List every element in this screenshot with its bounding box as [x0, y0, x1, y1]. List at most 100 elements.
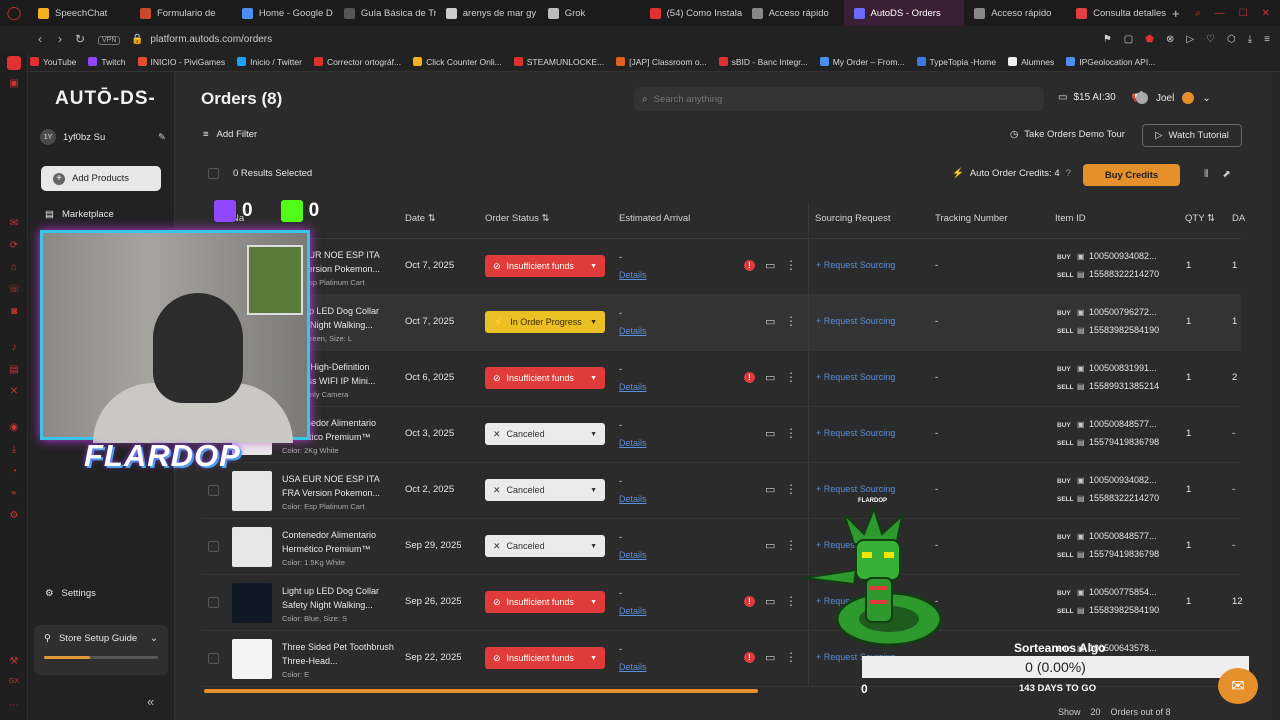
new-tab-button[interactable]: + [1172, 6, 1180, 21]
info-icon[interactable]: ? [1066, 168, 1071, 179]
history-icon[interactable]: ⟳ [8, 240, 20, 252]
row-checkbox[interactable] [208, 485, 219, 496]
column-header-date[interactable]: Date ⇅ [405, 213, 436, 224]
url-field[interactable]: VPN 🔒 platform.autods.com/orders [98, 34, 272, 45]
more-options-icon[interactable]: ⋮ [785, 538, 797, 552]
browser-tab[interactable]: Guía Básica de Tr [334, 0, 436, 26]
order-status-dropdown[interactable]: ⚡ In Order Progress ▼ [485, 311, 605, 333]
more-options-icon[interactable]: ⋮ [785, 370, 797, 384]
balance-display[interactable]: ▭ $15 AI:30 📢 [1058, 92, 1144, 103]
product-thumbnail[interactable] [232, 471, 272, 511]
product-thumbnail[interactable] [232, 583, 272, 623]
table-row[interactable]: USA EUR NOE ESP ITA FRA Version Pokemon.… [201, 463, 1241, 519]
buy-item-id[interactable]: 100500848577... [1089, 531, 1157, 541]
note-icon[interactable]: ▭ [765, 651, 775, 664]
details-link[interactable]: Details [619, 658, 647, 676]
bookmark-item[interactable]: My Order – From... [819, 57, 905, 67]
more-sidebar-icon[interactable]: ⋯ [8, 700, 20, 712]
bookmark-item[interactable]: Inicio / Twitter [237, 57, 302, 67]
details-link[interactable]: Details [619, 322, 647, 340]
back-icon[interactable]: ‹ [30, 32, 50, 46]
sell-item-id[interactable]: 15579419836798 [1089, 437, 1159, 447]
player-icon[interactable]: ▷ [1186, 34, 1194, 45]
order-status-dropdown[interactable]: ⊘ Insufficient funds ▼ [485, 255, 605, 277]
bookmark-item[interactable]: STEAMUNLOCKE... [513, 57, 604, 67]
vertical-scrollbar[interactable] [1272, 72, 1280, 720]
autods-logo[interactable]: AUTŌ-DS- [55, 88, 156, 110]
store-selector[interactable]: 1Y 1yf0bz Su ✎ [40, 128, 166, 146]
search-tabs-icon[interactable]: ⌕ [1195, 8, 1201, 19]
product-info[interactable]: Three Sided Pet Toothbrush Three-Head...… [282, 640, 394, 682]
column-header-qty[interactable]: QTY ⇅ [1185, 213, 1215, 224]
more-options-icon[interactable]: ⋮ [785, 482, 797, 496]
browser-tab[interactable]: Acceso rápido [742, 0, 844, 26]
buy-item-id[interactable]: 100500796272... [1089, 307, 1157, 317]
settings-sidebar-icon[interactable]: ⚙ [8, 510, 20, 522]
details-link[interactable]: Details [619, 546, 647, 564]
music-icon[interactable]: ♪ [8, 342, 20, 354]
add-products-button[interactable]: + Add Products [41, 166, 161, 191]
bookmark-item[interactable]: Click Counter Onli... [413, 57, 502, 67]
maximize-button[interactable]: ☐ [1239, 8, 1248, 19]
row-checkbox[interactable] [208, 653, 219, 664]
bookmark-item[interactable]: [JAP] Classroom o... [616, 57, 707, 67]
buy-item-id[interactable]: 100500775854... [1089, 587, 1157, 597]
browser-tab[interactable]: (54) Como Instala [640, 0, 742, 26]
order-status-dropdown[interactable]: ✕ Canceled ▼ [485, 479, 605, 501]
table-row[interactable]: 1080P High-Definition Wireless WIFI IP M… [201, 351, 1241, 407]
browser-tab[interactable]: Acceso rápido [964, 0, 1066, 26]
browser-tab[interactable]: Grok [538, 0, 640, 26]
shield-icon[interactable]: ⬟ [1145, 34, 1154, 45]
product-info[interactable]: Light up LED Dog Collar Safety Night Wal… [282, 584, 394, 626]
easy-files-icon[interactable]: ▣ [8, 78, 20, 90]
search-input[interactable] [653, 93, 1034, 105]
more-options-icon[interactable]: ⋮ [785, 594, 797, 608]
product-title[interactable]: Contenedor Alimentario Hermético Premium… [282, 528, 394, 556]
details-link[interactable]: Details [619, 266, 647, 284]
product-title[interactable]: Three Sided Pet Toothbrush Three-Head... [282, 640, 394, 668]
browser-tab[interactable]: Formulario de [130, 0, 232, 26]
browser-tab[interactable]: Home - Google D [232, 0, 334, 26]
whatsapp-icon[interactable]: ☏ [8, 284, 21, 296]
details-link[interactable]: Details [619, 490, 647, 508]
note-icon[interactable]: ▭ [765, 539, 775, 552]
easy-setup-icon[interactable]: ⊗ [1166, 34, 1174, 45]
order-status-dropdown[interactable]: ✕ Canceled ▼ [485, 535, 605, 557]
forward-icon[interactable]: › [50, 32, 70, 46]
note-icon[interactable]: ▭ [765, 371, 775, 384]
bookmark-item[interactable]: INICIO - PiviGames [137, 57, 225, 67]
bookmark-item[interactable]: Alumnes [1008, 57, 1054, 67]
sell-item-id[interactable]: 15583982584190 [1089, 325, 1159, 335]
product-info[interactable]: USA EUR NOE ESP ITA FRA Version Pokemon.… [282, 472, 394, 514]
clock-icon[interactable]: ◔ [8, 466, 20, 478]
demo-tour-link[interactable]: ◷ Take Orders Demo Tour [1010, 129, 1125, 140]
watch-tutorial-button[interactable]: ▷ Watch Tutorial [1142, 124, 1242, 147]
player-sidebar-icon[interactable]: ◉ [8, 422, 20, 434]
extensions-icon[interactable]: ⬡ [1227, 34, 1236, 45]
columns-icon[interactable]: ⦀ [1204, 169, 1208, 180]
browser-tab[interactable]: SpeechChat [28, 0, 130, 26]
horizontal-scrollbar[interactable] [204, 689, 758, 693]
bookmark-item[interactable]: IPGeolocation API... [1066, 57, 1155, 67]
sort-icon[interactable]: ⇅ [1207, 213, 1215, 224]
sell-item-id[interactable]: 15589931385214 [1089, 381, 1159, 391]
bookmark-icon[interactable]: ⚑ [1103, 34, 1112, 45]
request-sourcing-link[interactable]: + Request Sourcing [816, 260, 895, 270]
table-row[interactable]: USA EUR NOE ESP ITA FRA Version Pokemon.… [201, 239, 1241, 295]
more-options-icon[interactable]: ⋮ [785, 314, 797, 328]
alert-icon[interactable]: ! [744, 260, 755, 271]
buy-credits-button[interactable]: Buy Credits [1083, 164, 1180, 186]
user-menu[interactable]: Joel ⌄ [1136, 92, 1211, 104]
sidebar-item-marketplace[interactable]: ▤ Marketplace [45, 209, 114, 220]
opera-menu-icon[interactable]: ◯ [0, 5, 28, 21]
chevron-down-icon[interactable]: ⌄ [150, 633, 158, 644]
note-icon[interactable]: ▭ [765, 259, 775, 272]
sort-icon[interactable]: ⇅ [428, 213, 436, 224]
browser-tab[interactable]: AutoDS - Orders [843, 0, 965, 26]
store-setup-guide[interactable]: ⚲ Store Setup Guide ⌄ [34, 625, 168, 675]
order-status-dropdown[interactable]: ✕ Canceled ▼ [485, 423, 605, 445]
product-info[interactable]: Contenedor Alimentario Hermético Premium… [282, 528, 394, 570]
tools-icon[interactable]: ⚒ [8, 656, 20, 668]
instagram-icon[interactable]: ◙ [8, 306, 20, 318]
gx-icon[interactable]: GX [8, 678, 20, 690]
